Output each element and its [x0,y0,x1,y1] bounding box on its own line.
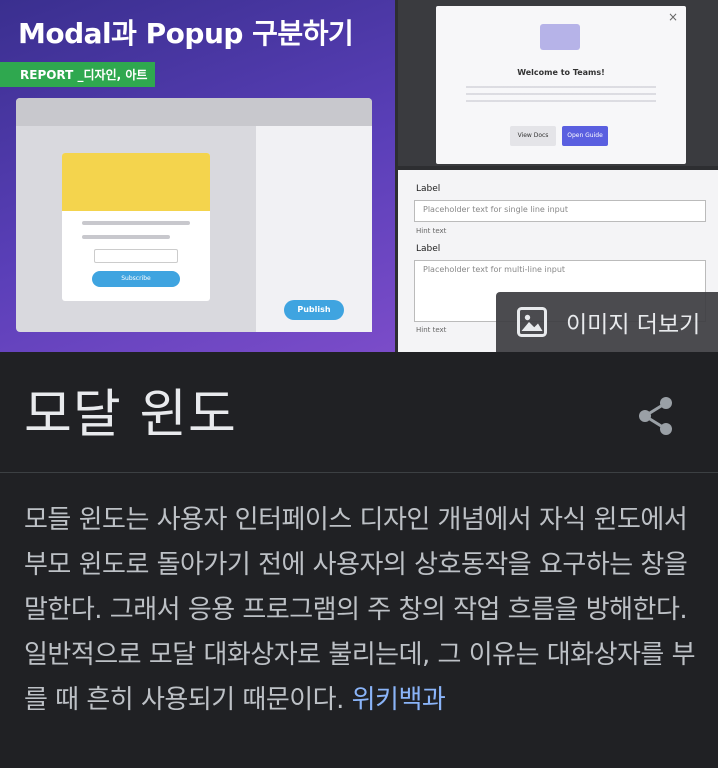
divider [0,472,718,473]
form-label-1: Label [416,184,441,194]
image-title-text: Modal과 Popup 구분하기 [18,17,354,50]
mock-modal-input [94,249,178,263]
mock-subscribe-button: Subscribe [92,271,180,287]
image-badge: REPORT _디자인, 아트 [0,62,156,87]
more-images-button[interactable]: 이미지 더보기 [496,292,718,352]
description-text: 모들 윈도는 사용자 인터페이스 디자인 개념에서 자식 윈도에서 부모 윈도로… [24,505,696,715]
mock-modal: Subscribe [62,153,210,301]
panel-title: 모달 윈도 [24,385,237,445]
mock-editor-window: Publish Subscribe [16,98,372,332]
form-hint-2: Hint text [416,326,447,334]
image-modal-popup[interactable]: Modal과 Popup 구분하기 REPORT _디자인, 아트 Publis… [0,0,395,352]
image-strip: Modal과 Popup 구분하기 REPORT _디자인, 아트 Publis… [0,0,718,352]
teams-dialog-card: × Welcome to Teams! View Docs Open Guide [436,6,686,164]
close-icon: × [667,10,678,24]
form-label-2: Label [416,244,441,254]
teams-dialog-title: Welcome to Teams! [517,68,605,77]
share-icon[interactable] [632,392,680,440]
teams-dialog-text [466,86,656,106]
mock-modal-header [62,153,210,211]
image-icon [517,307,547,337]
view-docs-button: View Docs [510,126,556,146]
form-hint-1: Hint text [416,227,447,235]
wikipedia-link[interactable]: 위키백과 [352,685,446,715]
mock-window-bar [16,98,372,126]
more-images-label: 이미지 더보기 [566,312,701,338]
panel-description: 모들 윈도는 사용자 인터페이스 디자인 개념에서 자식 윈도에서 부모 윈도로… [24,498,704,723]
image-teams-dialog[interactable]: × Welcome to Teams! View Docs Open Guide [398,0,718,166]
form-input-single: Placeholder text for single line input [414,200,706,222]
folder-icon [540,24,580,50]
mock-publish-button: Publish [284,300,344,320]
open-guide-button: Open Guide [562,126,608,146]
mock-side-panel: Publish [256,126,372,332]
